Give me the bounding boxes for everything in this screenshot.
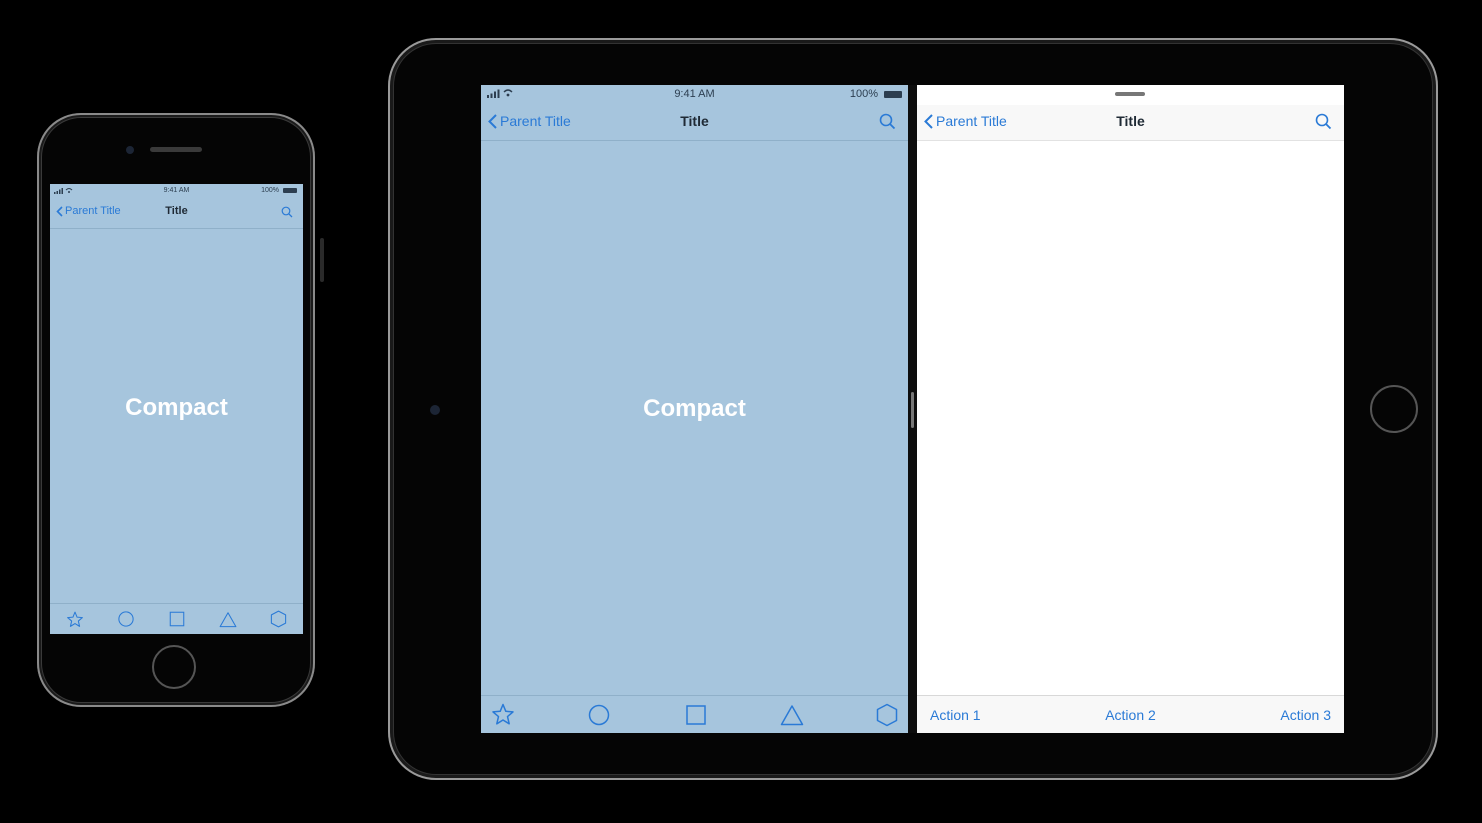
- iphone-speaker: [150, 147, 202, 152]
- status-bar: 9:41 AM 100%: [50, 184, 303, 198]
- status-battery-percent: 100%: [849, 88, 878, 100]
- search-icon[interactable]: [1315, 113, 1332, 130]
- star-icon[interactable]: [491, 703, 515, 726]
- circle-icon[interactable]: [117, 610, 135, 628]
- nav-title: Title: [680, 113, 709, 129]
- iphone-home-button[interactable]: [152, 645, 196, 689]
- star-icon[interactable]: [66, 611, 84, 628]
- battery-icon: [884, 91, 902, 98]
- iphone-camera: [126, 146, 134, 154]
- status-time: 9:41 AM: [674, 88, 715, 100]
- navigation-bar: Parent Title Title: [481, 105, 908, 141]
- hexagon-icon[interactable]: [270, 610, 287, 628]
- search-icon[interactable]: [879, 113, 896, 130]
- iphone-side-button: [320, 238, 324, 282]
- ipad-left-pane: 9:41 AM 100% Parent Title Title Compact: [481, 85, 908, 733]
- ipad-camera: [430, 405, 440, 415]
- split-view-drag-handle[interactable]: [911, 392, 914, 428]
- status-battery-percent: 100%: [261, 187, 279, 194]
- toolbar: Action 1 Action 2 Action 3: [917, 695, 1344, 733]
- slide-over-grabber[interactable]: [1115, 92, 1145, 96]
- square-icon[interactable]: [168, 610, 186, 628]
- triangle-icon[interactable]: [219, 611, 237, 628]
- status-bar: 9:41 AM 100%: [481, 85, 908, 105]
- tab-bar: [50, 603, 303, 634]
- tab-bar: [481, 695, 908, 733]
- search-icon[interactable]: [281, 206, 293, 218]
- nav-title: Title: [165, 205, 188, 217]
- ipad-home-button[interactable]: [1370, 385, 1418, 433]
- iphone-screen: 9:41 AM 100% Parent Title Title Compact: [50, 184, 303, 634]
- action-3-button[interactable]: Action 3: [1280, 707, 1331, 723]
- navigation-bar: Parent Title Title: [50, 198, 303, 229]
- action-1-button[interactable]: Action 1: [930, 707, 981, 723]
- square-icon[interactable]: [684, 703, 708, 727]
- battery-icon: [283, 188, 297, 193]
- ipad-right-pane: Parent Title Title Action 1 Action 2 Act…: [917, 85, 1344, 733]
- circle-icon[interactable]: [587, 703, 611, 727]
- triangle-icon[interactable]: [780, 704, 804, 726]
- nav-title: Title: [1116, 113, 1145, 129]
- content-size-class-label: Compact: [643, 395, 746, 422]
- hexagon-icon[interactable]: [876, 703, 898, 727]
- navigation-bar: Parent Title Title: [917, 105, 1344, 141]
- content-size-class-label: Compact: [125, 394, 228, 421]
- action-2-button[interactable]: Action 2: [1105, 707, 1156, 723]
